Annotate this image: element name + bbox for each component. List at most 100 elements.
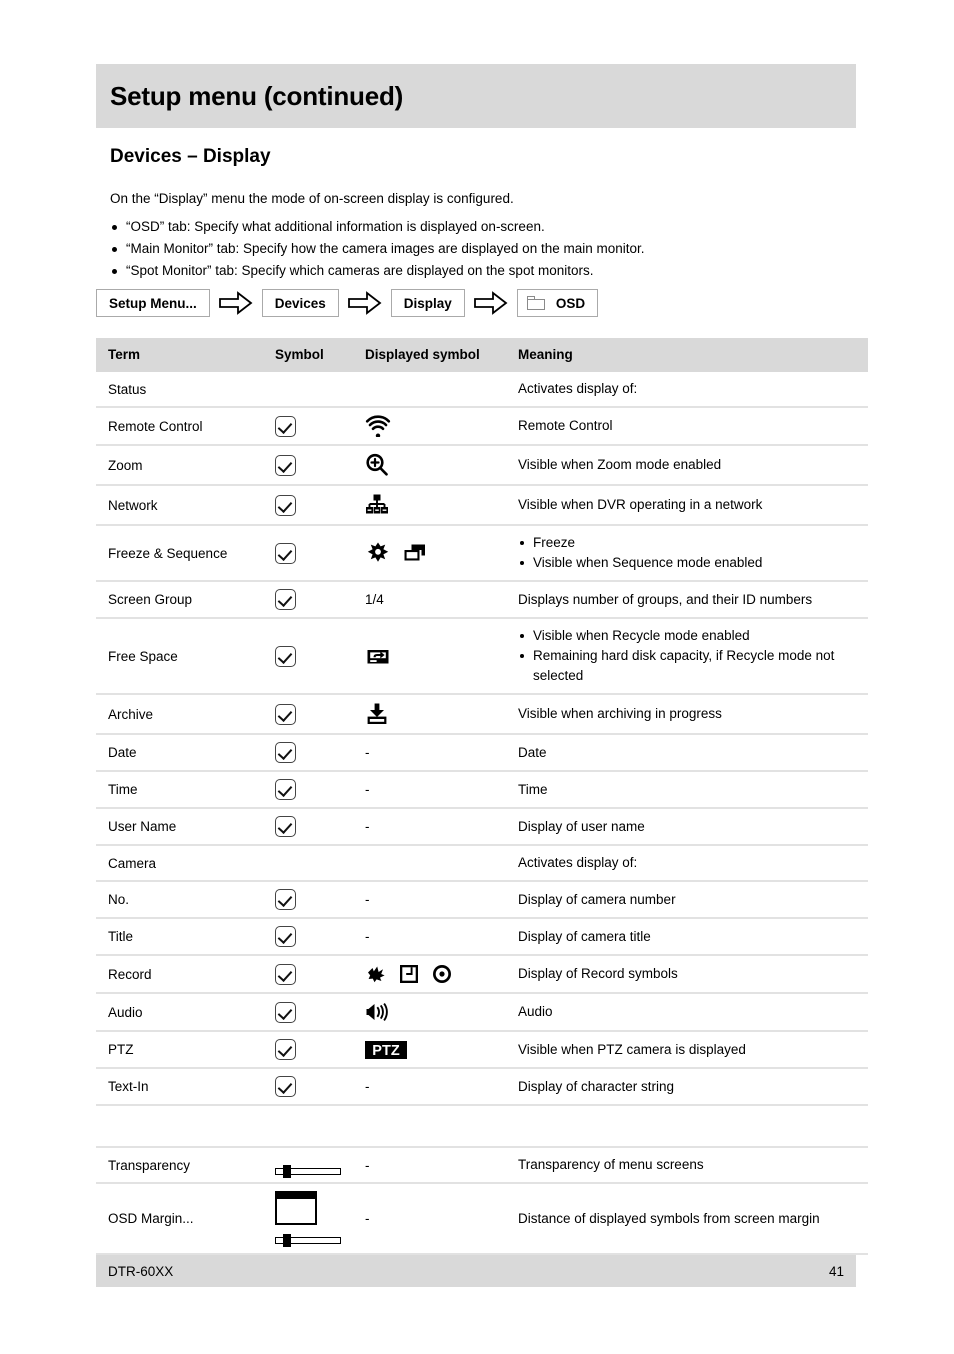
breadcrumb-step-display[interactable]: Display [390, 289, 465, 317]
cell-displayed-symbol: 1/4 [365, 592, 384, 607]
cell-displayed-symbol [365, 694, 518, 734]
cell-symbol [275, 694, 365, 734]
ptz-badge-icon: PTZ [365, 1040, 407, 1059]
checkbox-checked-icon[interactable] [275, 1039, 296, 1060]
checkbox-checked-icon[interactable] [275, 494, 296, 516]
cell-meaning: Time [518, 781, 548, 797]
record-dot-icon [433, 965, 451, 983]
table-row: PTZ PTZ Visible when PTZ camera is displ… [96, 1031, 868, 1068]
cell-meaning [518, 1105, 868, 1147]
checkbox-checked-icon[interactable] [275, 645, 296, 667]
slider-thumb[interactable] [283, 1234, 291, 1247]
cell-symbol [275, 407, 365, 445]
breadcrumb-step-label: Display [403, 295, 452, 311]
page-title: Setup menu (continued) [110, 80, 404, 111]
cell-symbol [275, 445, 365, 485]
cell-symbol [275, 734, 365, 771]
cell-meaning: Display of character string [518, 1078, 675, 1094]
recycle-disk-icon [367, 650, 389, 664]
table-row: Text-In - Display of character string [96, 1068, 868, 1105]
cell-displayed-symbol [365, 993, 518, 1031]
checkbox-checked-icon[interactable] [275, 963, 296, 985]
table-body: Status Activates display of: Remote Cont… [96, 372, 868, 1254]
cell-displayed-symbol [365, 445, 518, 485]
cell-term: Remote Control [108, 418, 203, 434]
table-row: Free Space Visible when Recycle mode ena… [96, 618, 868, 694]
table-row: No. - Display of camera number [96, 881, 868, 918]
cell-term: OSD Margin... [108, 1211, 194, 1226]
cell-displayed-symbol [365, 485, 518, 525]
intro-bullet: “Spot Monitor” tab: Specify which camera… [110, 260, 850, 282]
meaning-bullet: Freeze [518, 533, 868, 553]
checkbox-checked-icon[interactable] [275, 742, 296, 763]
cell-displayed-symbol [365, 525, 518, 581]
breadcrumb-step-devices[interactable]: Devices [261, 289, 339, 317]
cell-meaning: Visible when Zoom mode enabled [518, 457, 722, 472]
motion-event-icon [368, 966, 385, 983]
checkbox-checked-icon[interactable] [275, 1001, 296, 1023]
osd-margin-slider[interactable] [275, 1234, 341, 1247]
document-page: Setup menu (continued) Devices – Display… [0, 0, 954, 1354]
column-header-term: Term [96, 338, 275, 372]
intro-bullet-list: “OSD” tab: Specify what additional infor… [110, 216, 850, 282]
cell-meaning: Visible when DVR operating in a network [518, 497, 763, 512]
checkbox-checked-icon[interactable] [275, 926, 296, 947]
column-header-displayed-symbol: Displayed symbol [365, 338, 518, 372]
checkbox-checked-icon[interactable] [275, 779, 296, 800]
cell-symbol [275, 1183, 365, 1254]
column-header-meaning: Meaning [518, 338, 868, 372]
snowflake-freeze-icon [367, 542, 389, 562]
cell-displayed-symbol: - [365, 819, 370, 834]
cell-term: Transparency [108, 1157, 191, 1173]
checkbox-checked-icon[interactable] [275, 703, 296, 725]
breadcrumb-step-osd[interactable]: OSD [516, 289, 599, 317]
table-spacer-row [96, 1105, 868, 1147]
footer-page-number: 41 [828, 1263, 844, 1279]
page-title-band: Setup menu (continued) [96, 64, 856, 128]
cell-displayed-symbol: - [365, 1079, 370, 1094]
cell-symbol [275, 525, 365, 581]
checkbox-checked-icon[interactable] [275, 1076, 296, 1097]
archive-tray-icon [367, 703, 387, 724]
cell-displayed-symbol: PTZ [365, 1031, 518, 1068]
checkbox-checked-icon[interactable] [275, 816, 296, 837]
table-row: Archive Visible when archiving in progre… [96, 694, 868, 734]
checkbox-checked-icon[interactable] [275, 589, 296, 610]
table-row: Audio Audio [96, 993, 868, 1031]
cell-meaning: Visible when archiving in progress [518, 706, 722, 721]
table-row: Time - Time [96, 771, 868, 808]
network-nodes-icon [366, 494, 388, 514]
table-row: Record Display of Record symbols [96, 955, 868, 993]
checkbox-checked-icon[interactable] [275, 889, 296, 910]
table-row: Network Visible when DVR operating in a … [96, 485, 868, 525]
cell-symbol [275, 993, 365, 1031]
cell-term: Date [108, 745, 137, 760]
checkbox-checked-icon[interactable] [275, 415, 296, 437]
table-row: Remote Control Remote Control [96, 407, 868, 445]
table-row: Camera Activates display of: [96, 845, 868, 881]
clock-schedule-icon [400, 965, 418, 983]
slider-thumb[interactable] [283, 1165, 291, 1178]
breadcrumb-step-setup-menu[interactable]: Setup Menu... [96, 289, 210, 317]
cell-term: Record [108, 966, 152, 982]
breadcrumb-arrow [210, 291, 262, 315]
cell-meaning: Activates display of: [518, 381, 638, 396]
checkbox-checked-icon[interactable] [275, 454, 296, 476]
osd-reference-table: Term Symbol Displayed symbol Meaning Sta… [96, 338, 868, 1255]
table-row: Status Activates display of: [96, 372, 868, 407]
osd-margin-box-icon [275, 1191, 317, 1225]
breadcrumb-arrow [465, 291, 517, 315]
cell-displayed-symbol: - [365, 1211, 370, 1226]
cell-term: Freeze & Sequence [108, 545, 228, 561]
cell-meaning: Distance of displayed symbols from scree… [518, 1210, 820, 1226]
cell-meaning: Display of camera number [518, 891, 676, 907]
cell-symbol [275, 918, 365, 955]
cell-displayed-symbol [365, 1105, 518, 1147]
table-row: Zoom Visible when Zoom mode enabled [96, 445, 868, 485]
cell-term: Camera [108, 855, 157, 871]
table-row: Freeze & Sequence Freeze Visible when Se… [96, 525, 868, 581]
cell-meaning: Activates display of: [518, 855, 638, 870]
cell-term: Status [108, 381, 147, 397]
checkbox-checked-icon[interactable] [275, 542, 296, 564]
cell-symbol [275, 771, 365, 808]
